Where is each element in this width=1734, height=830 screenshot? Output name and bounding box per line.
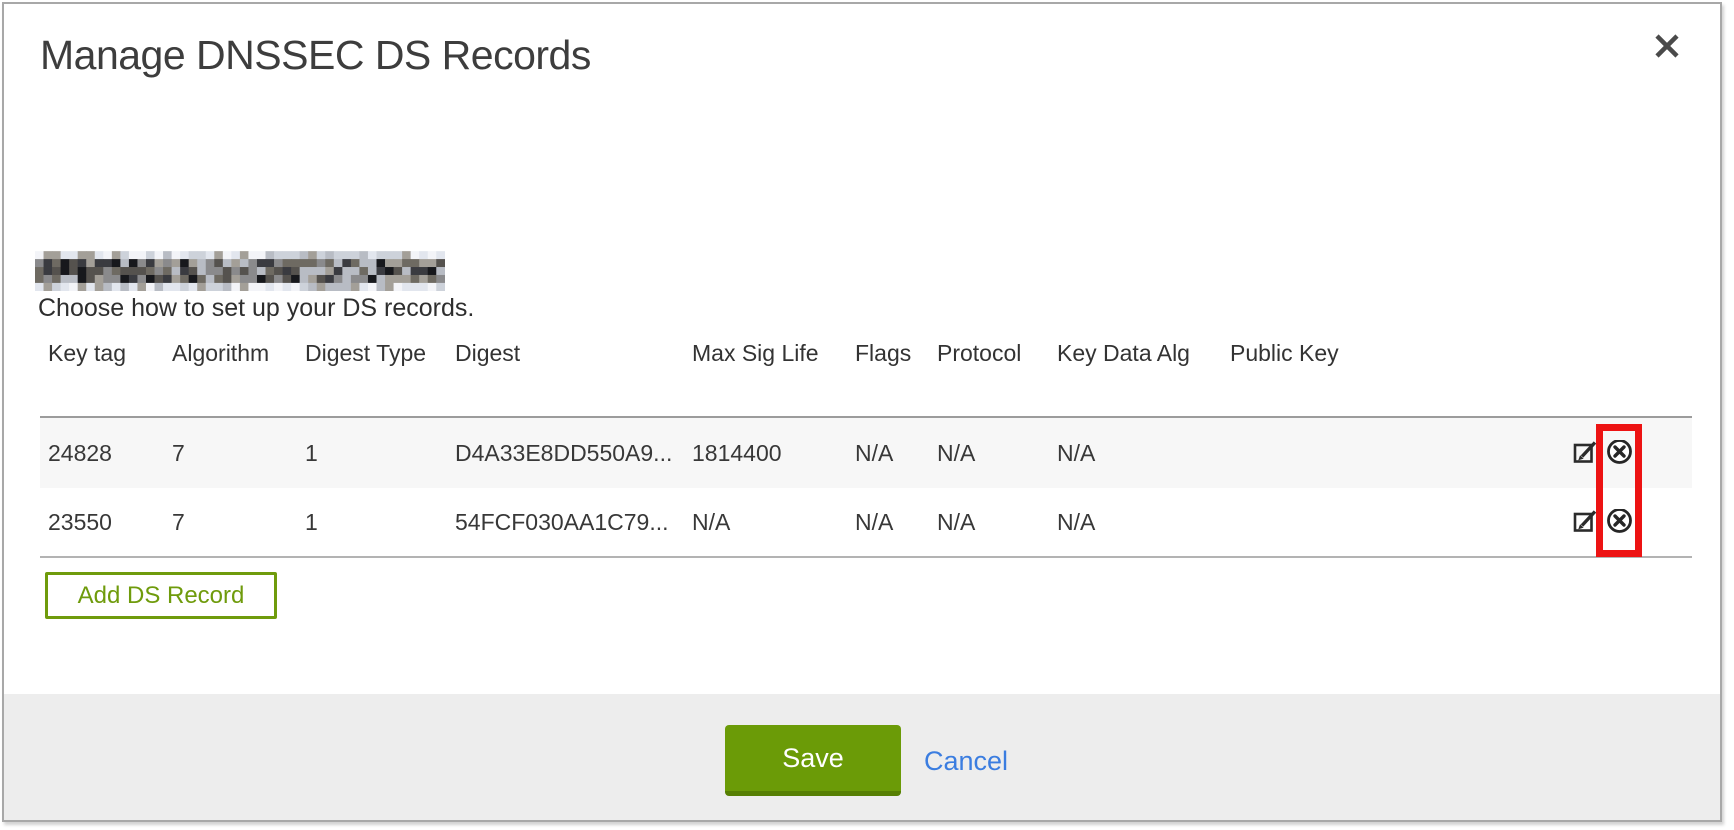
edit-icon [1572, 440, 1599, 467]
cell-flags: N/A [847, 440, 929, 467]
manage-dnssec-dialog: Manage DNSSEC DS Records Choose how to s… [2, 2, 1722, 822]
delete-icon [1606, 440, 1633, 467]
col-header-flags: Flags [847, 340, 929, 367]
col-header-algorithm: Algorithm [164, 340, 297, 367]
col-header-digest-type: Digest Type [297, 340, 447, 367]
table-row: 23550 7 1 54FCF030AA1C79... N/A N/A N/A … [40, 488, 1692, 558]
row-actions [1562, 509, 1692, 536]
table-row: 24828 7 1 D4A33E8DD550A9... 1814400 N/A … [40, 418, 1692, 488]
col-header-protocol: Protocol [929, 340, 1049, 367]
col-header-digest: Digest [447, 340, 684, 367]
col-header-max-sig-life: Max Sig Life [684, 340, 847, 367]
cell-protocol: N/A [929, 440, 1049, 467]
cell-algorithm: 7 [164, 509, 297, 536]
dialog-footer: Save Cancel [4, 694, 1720, 820]
redacted-domain-name [35, 251, 445, 291]
cell-key-data-alg: N/A [1049, 440, 1222, 467]
close-icon [1651, 30, 1683, 65]
cell-digest-type: 1 [297, 440, 447, 467]
cell-key-data-alg: N/A [1049, 509, 1222, 536]
delete-icon [1606, 509, 1633, 536]
cancel-link[interactable]: Cancel [924, 746, 1008, 777]
cell-algorithm: 7 [164, 440, 297, 467]
ds-records-table: Key tag Algorithm Digest Type Digest Max… [40, 332, 1692, 558]
delete-record-button[interactable] [1606, 509, 1633, 536]
setup-instruction-text: Choose how to set up your DS records. [38, 294, 474, 323]
col-header-key-tag: Key tag [40, 340, 164, 367]
cell-digest: D4A33E8DD550A9... [447, 440, 684, 467]
close-button[interactable] [1646, 26, 1688, 68]
cell-protocol: N/A [929, 509, 1049, 536]
row-actions [1562, 440, 1692, 467]
add-ds-record-button[interactable]: Add DS Record [45, 572, 277, 619]
edit-record-button[interactable] [1572, 509, 1599, 536]
dialog-title: Manage DNSSEC DS Records [40, 32, 591, 79]
delete-record-button[interactable] [1606, 440, 1633, 467]
col-header-public-key: Public Key [1222, 340, 1562, 367]
cell-flags: N/A [847, 509, 929, 536]
col-header-key-data-alg: Key Data Alg [1049, 340, 1222, 367]
cell-digest-type: 1 [297, 509, 447, 536]
save-button[interactable]: Save [725, 725, 901, 796]
cell-key-tag: 24828 [40, 440, 164, 467]
edit-record-button[interactable] [1572, 440, 1599, 467]
cell-max-sig-life: N/A [684, 509, 847, 536]
cell-key-tag: 23550 [40, 509, 164, 536]
table-header-row: Key tag Algorithm Digest Type Digest Max… [40, 332, 1692, 418]
edit-icon [1572, 509, 1599, 536]
cell-max-sig-life: 1814400 [684, 440, 847, 467]
cell-digest: 54FCF030AA1C79... [447, 509, 684, 536]
